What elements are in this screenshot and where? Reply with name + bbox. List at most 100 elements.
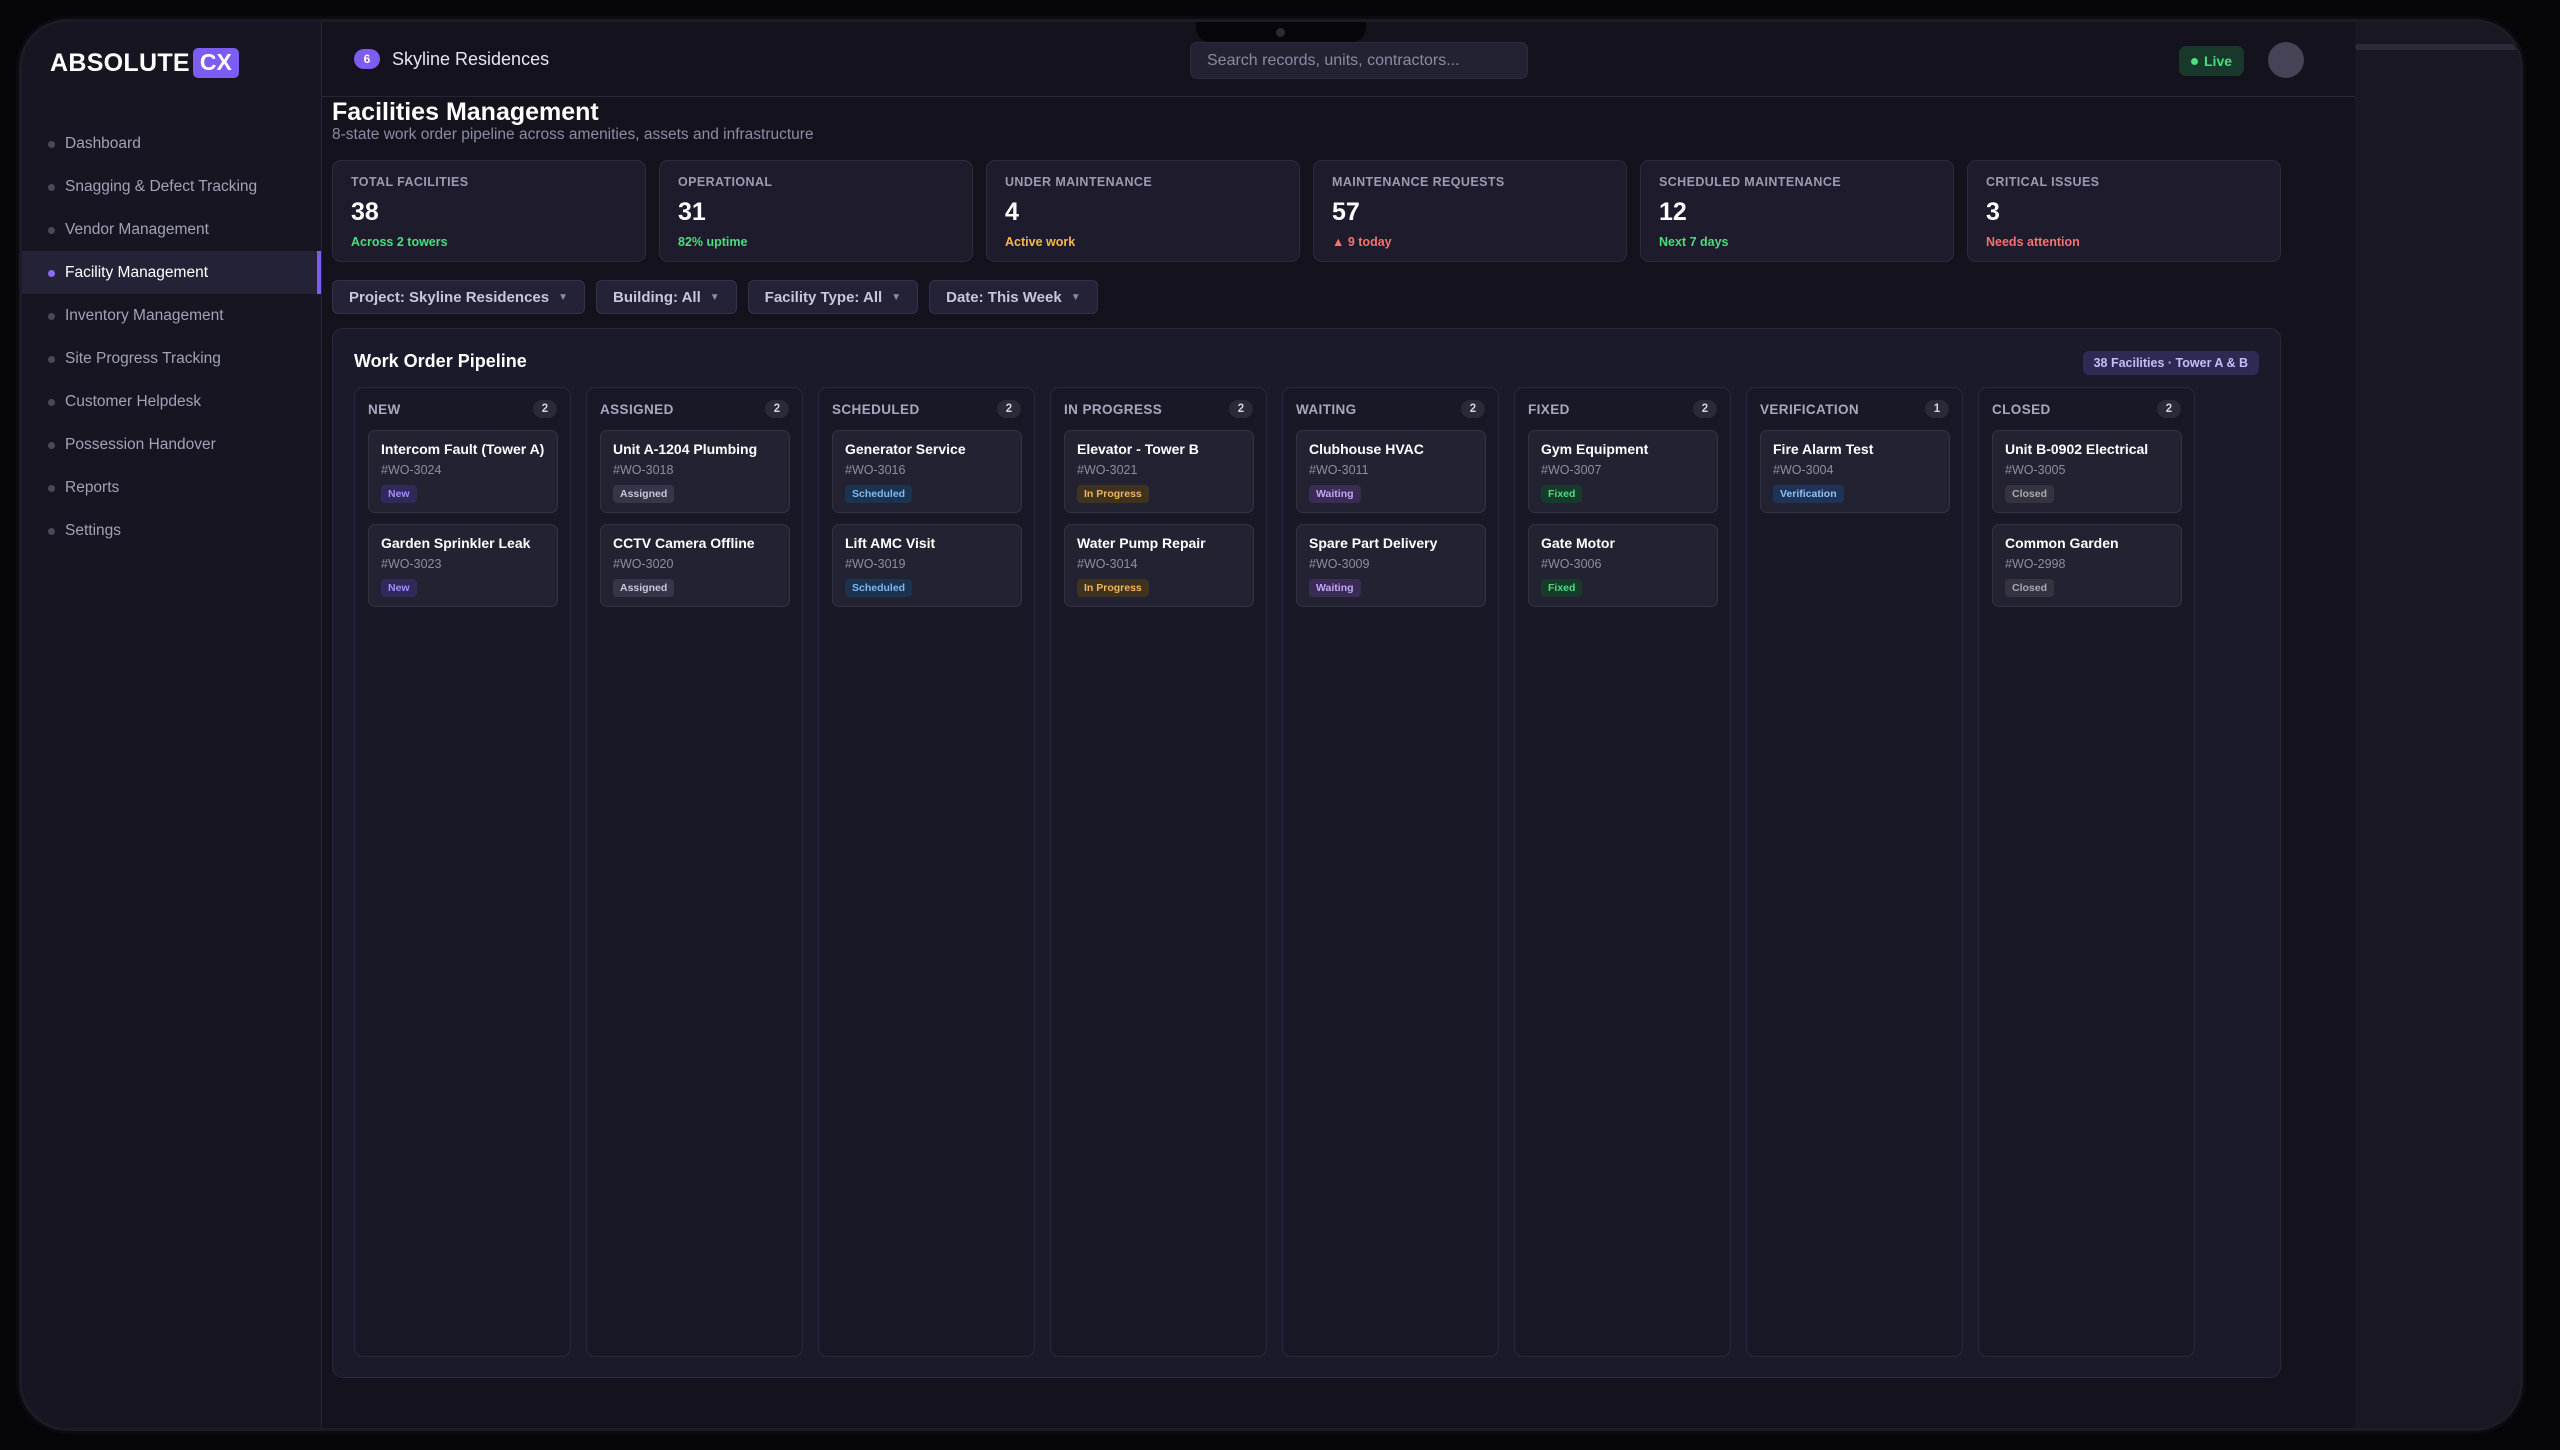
work-order-card[interactable]: Unit B-0902 Electrical #WO-3005 Closed bbox=[1992, 430, 2182, 513]
sidebar-item-facility[interactable]: Facility Management bbox=[22, 251, 321, 294]
work-order-card[interactable]: Unit A-1204 Plumbing #WO-3018 Assigned bbox=[600, 430, 790, 513]
filter-bar: Project: Skyline Residences ▼ Building: Al… bbox=[332, 280, 1098, 314]
sidebar-item-dashboard[interactable]: Dashboard bbox=[22, 122, 321, 165]
column-header: FIXED 2 bbox=[1528, 400, 1717, 418]
pipeline-title: Work Order Pipeline bbox=[354, 351, 527, 371]
status-badge: In Progress bbox=[1077, 485, 1149, 503]
project-count-badge: 6 bbox=[354, 49, 380, 69]
filter-label: Project: Skyline Residences bbox=[349, 288, 550, 306]
work-order-title: Intercom Fault (Tower A) bbox=[381, 441, 545, 457]
work-order-card[interactable]: Generator Service #WO-3016 Scheduled bbox=[832, 430, 1022, 513]
stat-label: CRITICAL ISSUES bbox=[1986, 175, 2100, 189]
column-header: CLOSED 2 bbox=[1992, 400, 2181, 418]
sidebar-item-snagging[interactable]: Snagging & Defect Tracking bbox=[22, 165, 321, 208]
pipeline-column: NEW 2 Intercom Fault (Tower A) #WO-3024 New G… bbox=[354, 387, 571, 1357]
avatar[interactable] bbox=[2268, 42, 2304, 78]
work-order-id: #WO-3020 bbox=[613, 557, 674, 571]
sidebar-item-label: Reports bbox=[65, 478, 120, 496]
work-order-id: #WO-3005 bbox=[2005, 463, 2066, 477]
nav-dot-icon bbox=[48, 184, 55, 191]
sidebar-item-possession[interactable]: Possession Handover bbox=[22, 423, 321, 466]
work-order-card[interactable]: Elevator - Tower B #WO-3021 In Progress bbox=[1064, 430, 1254, 513]
work-order-card[interactable]: Lift AMC Visit #WO-3019 Scheduled bbox=[832, 524, 1022, 607]
column-cards: Elevator - Tower B #WO-3021 In Progress Wat… bbox=[1064, 430, 1254, 618]
nav-dot-icon bbox=[48, 528, 55, 535]
chevron-down-icon: ▼ bbox=[558, 291, 568, 303]
pipeline-column: ASSIGNED 2 Unit A-1204 Plumbing #WO-3018 Ass… bbox=[586, 387, 803, 1357]
column-header: IN PROGRESS 2 bbox=[1064, 400, 1253, 418]
pipeline-column: SCHEDULED 2 Generator Service #WO-3016 Sched… bbox=[818, 387, 1035, 1357]
brand-logo[interactable]: ABSOLUTE CX bbox=[50, 48, 239, 78]
sidebar-item-inventory[interactable]: Inventory Management bbox=[22, 294, 321, 337]
live-status-badge: Live bbox=[2179, 46, 2245, 76]
stat-card[interactable]: CRITICAL ISSUES 3 Needs attention bbox=[1967, 160, 2281, 262]
filter-label: Facility Type: All bbox=[764, 288, 883, 306]
sidebar-item-vendor[interactable]: Vendor Management bbox=[22, 208, 321, 251]
status-badge: Verification bbox=[1773, 485, 1844, 503]
column-cards: Unit B-0902 Electrical #WO-3005 Closed Comm… bbox=[1992, 430, 2182, 618]
filter-label: Building: All bbox=[613, 288, 701, 306]
sidebar-item-site-progress[interactable]: Site Progress Tracking bbox=[22, 337, 321, 380]
panel-handle[interactable] bbox=[2355, 44, 2520, 50]
search-input[interactable] bbox=[1190, 42, 1528, 79]
work-order-card[interactable]: Common Garden #WO-2998 Closed bbox=[1992, 524, 2182, 607]
work-order-id: #WO-3024 bbox=[381, 463, 442, 477]
work-order-id: #WO-3023 bbox=[381, 557, 442, 571]
pipeline-column: WAITING 2 Clubhouse HVAC #WO-3011 Waiting Spa… bbox=[1282, 387, 1499, 1357]
stat-value: 31 bbox=[678, 198, 706, 226]
column-count-badge: 2 bbox=[1693, 400, 1717, 418]
work-order-card[interactable]: Intercom Fault (Tower A) #WO-3024 New bbox=[368, 430, 558, 513]
column-title: SCHEDULED bbox=[832, 401, 920, 417]
nav-dot-icon bbox=[48, 356, 55, 363]
project-selector[interactable]: Skyline Residences bbox=[392, 49, 549, 70]
stat-card[interactable]: OPERATIONAL 31 82% uptime bbox=[659, 160, 973, 262]
column-title: WAITING bbox=[1296, 401, 1357, 417]
chevron-down-icon: ▼ bbox=[891, 291, 902, 303]
sidebar-item-settings[interactable]: Settings bbox=[22, 509, 321, 552]
filter-dropdown[interactable]: Building: All ▼ bbox=[596, 280, 737, 314]
column-count-badge: 1 bbox=[1925, 400, 1949, 418]
sidebar-item-label: Dashboard bbox=[65, 134, 141, 152]
filter-dropdown[interactable]: Date: This Week ▼ bbox=[929, 280, 1098, 314]
nav-dot-icon bbox=[48, 485, 55, 492]
nav-dot-icon bbox=[48, 442, 55, 449]
sidebar-item-label: Inventory Management bbox=[65, 306, 224, 324]
column-header: NEW 2 bbox=[368, 400, 557, 418]
work-order-card[interactable]: Clubhouse HVAC #WO-3011 Waiting bbox=[1296, 430, 1486, 513]
sidebar-item-reports[interactable]: Reports bbox=[22, 466, 321, 509]
nav-dot-icon bbox=[48, 399, 55, 406]
stat-card[interactable]: SCHEDULED MAINTENANCE 12 Next 7 days bbox=[1640, 160, 1954, 262]
work-order-card[interactable]: Garden Sprinkler Leak #WO-3023 New bbox=[368, 524, 558, 607]
sidebar-item-label: Facility Management bbox=[65, 263, 209, 281]
column-title: NEW bbox=[368, 401, 401, 417]
stat-note: Active work bbox=[1005, 235, 1076, 249]
status-badge: Waiting bbox=[1309, 485, 1361, 503]
sidebar-item-label: Settings bbox=[65, 521, 122, 539]
work-order-card[interactable]: Gym Equipment #WO-3007 Fixed bbox=[1528, 430, 1718, 513]
work-order-card[interactable]: CCTV Camera Offline #WO-3020 Assigned bbox=[600, 524, 790, 607]
column-cards: Gym Equipment #WO-3007 Fixed Gate Motor #WO-… bbox=[1528, 430, 1718, 618]
column-title: ASSIGNED bbox=[600, 401, 674, 417]
work-order-title: Unit B-0902 Electrical bbox=[2005, 441, 2149, 457]
nav-dot-icon bbox=[48, 227, 55, 234]
status-badge: Closed bbox=[2005, 579, 2055, 597]
stat-card[interactable]: TOTAL FACILITIES 38 Across 2 towers bbox=[332, 160, 646, 262]
work-order-id: #WO-3007 bbox=[1541, 463, 1602, 477]
work-order-title: Generator Service bbox=[845, 441, 966, 457]
work-order-id: #WO-3009 bbox=[1309, 557, 1370, 571]
work-order-card[interactable]: Fire Alarm Test #WO-3004 Verification bbox=[1760, 430, 1950, 513]
sidebar-item-label: Site Progress Tracking bbox=[65, 349, 221, 367]
stat-card[interactable]: MAINTENANCE REQUESTS 57 ▲ 9 today bbox=[1313, 160, 1627, 262]
camera-notch bbox=[1196, 22, 1366, 42]
column-cards: Generator Service #WO-3016 Scheduled Lift A… bbox=[832, 430, 1022, 618]
column-title: FIXED bbox=[1528, 401, 1570, 417]
filter-dropdown[interactable]: Facility Type: All ▼ bbox=[747, 280, 919, 314]
pipeline-summary-badge: 38 Facilities · Tower A & B bbox=[2082, 351, 2259, 375]
status-badge: New bbox=[381, 485, 417, 503]
stat-card[interactable]: UNDER MAINTENANCE 4 Active work bbox=[986, 160, 1300, 262]
work-order-card[interactable]: Gate Motor #WO-3006 Fixed bbox=[1528, 524, 1718, 607]
sidebar-item-helpdesk[interactable]: Customer Helpdesk bbox=[22, 380, 321, 423]
work-order-card[interactable]: Water Pump Repair #WO-3014 In Progress bbox=[1064, 524, 1254, 607]
work-order-card[interactable]: Spare Part Delivery #WO-3009 Waiting bbox=[1296, 524, 1486, 607]
filter-dropdown[interactable]: Project: Skyline Residences ▼ bbox=[332, 280, 585, 314]
